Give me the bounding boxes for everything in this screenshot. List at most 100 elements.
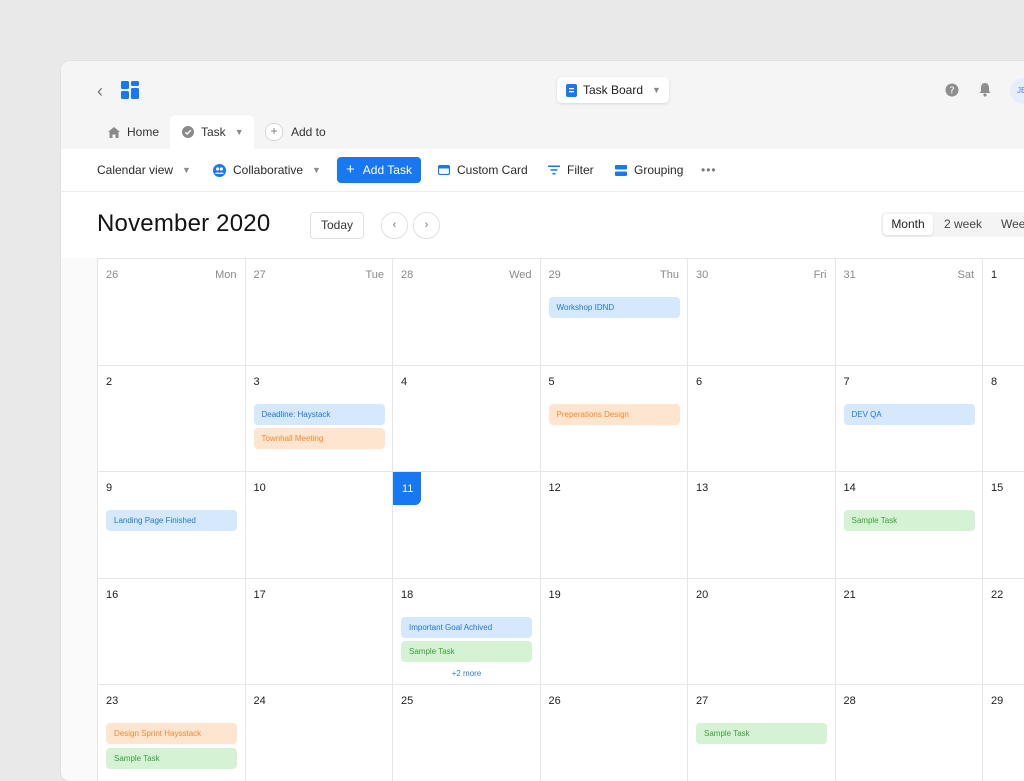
event-chip[interactable]: Deadline: Haystack: [253, 403, 385, 425]
more-options-icon[interactable]: •••: [701, 149, 717, 191]
day-cell[interactable]: 29 Thu Workshop IDND: [540, 259, 688, 366]
event-chip[interactable]: Sample Task: [843, 510, 975, 531]
add-to-button[interactable]: + Add to: [265, 115, 326, 149]
day-cell[interactable]: 18 Important Goal Achived Sample Task +2 mo…: [393, 578, 541, 685]
day-cell[interactable]: 27 Sample Task: [688, 685, 836, 781]
help-icon[interactable]: ?: [945, 83, 959, 97]
custom-card-button[interactable]: Custom Card: [438, 149, 528, 191]
day-cell[interactable]: 13: [688, 472, 836, 579]
day-cell[interactable]: 10: [245, 472, 393, 579]
weekday-label: Wed: [509, 269, 532, 281]
board-switcher-label: Task Board: [583, 83, 644, 97]
event-chip[interactable]: Landing Page Finished: [106, 510, 237, 531]
tab-task[interactable]: Task ▼: [170, 115, 254, 149]
board-switcher[interactable]: Task Board ▼: [557, 77, 669, 103]
more-events-link[interactable]: +2 more: [393, 669, 540, 678]
avatar[interactable]: JB: [1010, 78, 1024, 104]
event-chip[interactable]: Preperations Design: [548, 403, 680, 425]
day-cell[interactable]: 20: [688, 578, 836, 685]
tab-bar: Home Task ▼ + Add to: [61, 115, 1024, 149]
day-cell[interactable]: 8: [983, 366, 1024, 472]
plus-icon: +: [346, 161, 355, 178]
grouping-icon: [615, 164, 627, 176]
chevron-left-icon[interactable]: ‹: [97, 79, 113, 103]
tab-task-label: Task: [201, 125, 226, 139]
day-cell[interactable]: 29: [983, 685, 1024, 781]
app-logo-icon[interactable]: [121, 81, 139, 99]
custom-card-label: Custom Card: [457, 163, 528, 177]
day-cell[interactable]: 21: [835, 578, 983, 685]
day-cell[interactable]: 4: [393, 365, 541, 472]
day-number: 16: [106, 588, 119, 601]
day-cell[interactable]: 5 Preperations Design: [540, 365, 688, 472]
day-number: 7: [843, 375, 850, 388]
filter-icon: [548, 165, 560, 175]
today-button[interactable]: Today: [310, 212, 364, 239]
day-number: 9: [106, 482, 113, 494]
toolbar: Calendar view ▼ Collaborative ▼ + Add Ta…: [61, 149, 1024, 192]
grouping-button[interactable]: Grouping: [615, 149, 683, 191]
tab-home[interactable]: Home: [108, 115, 159, 149]
event-chip[interactable]: Sample Task: [696, 723, 827, 744]
event-chip[interactable]: Design Sprint Haysstack: [106, 723, 237, 744]
day-cell[interactable]: 22: [983, 579, 1024, 685]
day-number: 28: [401, 269, 414, 281]
day-cell[interactable]: 6: [688, 365, 836, 472]
event-chip[interactable]: Townhall Meeting: [253, 428, 385, 449]
day-cell[interactable]: 9 Landing Page Finished: [98, 472, 246, 579]
day-cell[interactable]: 30 Fri: [688, 259, 836, 366]
calendar-view-dropdown[interactable]: Calendar view ▼: [97, 149, 191, 191]
day-cell[interactable]: 26 Mon: [98, 259, 246, 366]
filter-button[interactable]: Filter: [548, 149, 594, 191]
day-cell[interactable]: 1: [983, 259, 1024, 366]
day-cell[interactable]: 26: [541, 685, 688, 781]
view-2-week-tab[interactable]: 2 week: [944, 214, 982, 235]
event-chip[interactable]: Workshop IDND: [548, 297, 680, 318]
view-week-tab[interactable]: Week: [1001, 214, 1024, 235]
event-chip[interactable]: Important Goal Achived: [401, 616, 532, 638]
svg-text:?: ?: [949, 86, 954, 97]
event-chip[interactable]: Sample Task: [106, 747, 237, 769]
day-number: 28: [843, 695, 856, 707]
day-cell[interactable]: 2: [98, 365, 246, 472]
day-cell[interactable]: 28 Wed: [393, 259, 541, 366]
event-chip[interactable]: DEV QA: [843, 403, 975, 425]
day-cell[interactable]: 14 Sample Task: [835, 472, 983, 579]
collaborative-dropdown[interactable]: Collaborative ▼: [213, 149, 321, 191]
day-number: 23: [106, 695, 119, 707]
day-cell[interactable]: 15: [983, 472, 1024, 579]
day-cell[interactable]: 3 Deadline: Haystack Townhall Meeting: [245, 365, 393, 472]
filter-label: Filter: [567, 163, 594, 177]
calendar-grid: 26 Mon 27 Tue 28 Wed 29 Thu Workshop IDND 30 Fri 31…: [97, 258, 1024, 781]
day-cell[interactable]: 24: [246, 685, 393, 781]
day-cell[interactable]: 25: [393, 685, 541, 781]
check-circle-icon: [182, 126, 194, 138]
day-cell[interactable]: 17: [245, 578, 393, 685]
day-cell[interactable]: 31 Sat: [835, 259, 983, 366]
day-cell[interactable]: 23 Design Sprint Haysstack Sample Task: [98, 685, 246, 781]
day-cell[interactable]: 16: [98, 578, 246, 685]
day-number: 27: [696, 695, 709, 707]
bell-icon[interactable]: [978, 82, 992, 97]
day-cell[interactable]: 28: [836, 685, 983, 781]
month-title: November 2020: [97, 210, 271, 237]
event-chip[interactable]: Sample Task: [401, 641, 532, 662]
day-cell[interactable]: 12: [540, 472, 688, 579]
previous-month-button[interactable]: ‹: [381, 212, 408, 239]
next-month-button[interactable]: ›: [413, 212, 440, 239]
day-number: 29: [548, 269, 561, 281]
day-number: 22: [991, 588, 1004, 601]
day-cell[interactable]: 11: [393, 472, 541, 579]
view-month-tab[interactable]: Month: [883, 214, 933, 235]
day-number: 31: [843, 269, 856, 281]
plus-icon: +: [265, 123, 283, 141]
day-cell[interactable]: 19: [540, 578, 688, 685]
day-number: 19: [548, 588, 561, 601]
day-number: 2: [106, 375, 113, 388]
day-cell[interactable]: 27 Tue: [245, 259, 393, 366]
add-task-button[interactable]: + Add Task: [337, 157, 421, 183]
day-number: 6: [696, 375, 703, 388]
day-cell[interactable]: 7 DEV QA: [835, 365, 983, 472]
day-number: 30: [696, 269, 709, 281]
day-number: 3: [253, 375, 260, 388]
